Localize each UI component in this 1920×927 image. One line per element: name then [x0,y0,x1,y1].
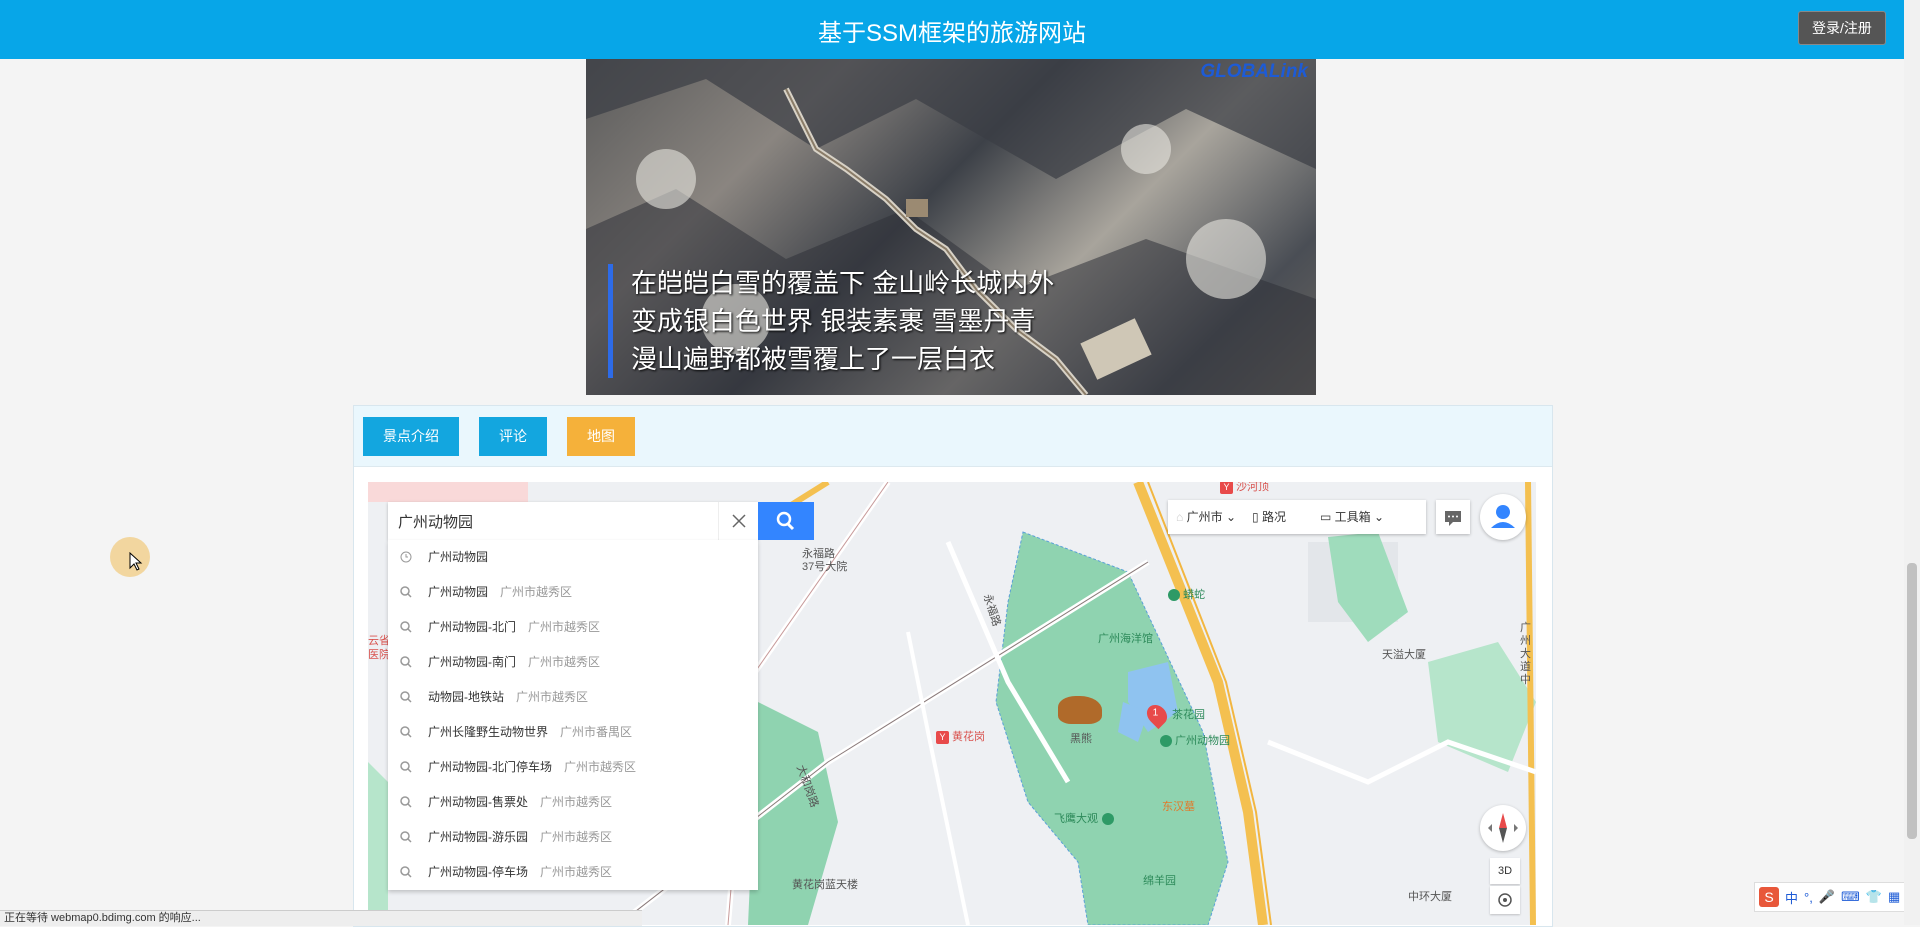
tab-comments[interactable]: 评论 [479,417,547,456]
map-search-box [388,502,758,540]
user-button[interactable] [1480,494,1526,540]
punctuation-icon[interactable]: °, [1804,890,1813,905]
login-register-button[interactable]: 登录/注册 [1798,11,1886,45]
browser-status-bar: 正在等待 webmap0.bdimg.com 的响应... [0,910,642,926]
caption-line: 变成银白色世界 银装素裹 雪墨丹青 [631,306,1036,336]
map-label-guangzhou-road: 广州大道中 [1520,622,1531,686]
search-icon [400,866,412,878]
city-selector[interactable]: ⌂ 广州市 ⌄ [1176,500,1236,534]
history-icon [400,551,412,563]
map-search-input[interactable] [388,502,734,540]
search-icon [400,656,412,668]
video-player[interactable]: GLOBALink 在皑皑白雪的覆盖下 金山岭长城内外 变成银白色世界 银装素裹… [586,59,1316,395]
search-icon [776,511,795,531]
compass-control[interactable] [1480,805,1526,851]
map-label-sheep: 绵羊园 [1143,875,1176,887]
3d-toggle-button[interactable]: 3D [1490,858,1520,884]
bear-illustration [1058,696,1102,724]
microphone-icon[interactable]: 🎤 [1819,889,1835,905]
close-icon [732,514,746,528]
site-title: 基于SSM框架的旅游网站 [817,20,1086,47]
top-navbar: 基于SSM框架的旅游网站 登录/注册 [0,0,1904,59]
suggestion-item[interactable]: 广州动物园-停车场 广州市越秀区 [388,855,758,890]
tab-map[interactable]: 地图 [567,417,635,456]
toolbox-button[interactable]: ▭ 工具箱 ⌄ [1320,500,1384,534]
search-icon [400,796,412,808]
locate-icon [1498,893,1512,907]
map-label-ocean: 广州海洋馆 [1098,633,1153,645]
page-scrollbar[interactable] [1904,0,1920,925]
search-icon [400,761,412,773]
map-label-huangtower: 黄花岗蓝天楼 [792,879,858,891]
suggestion-item[interactable]: 广州动物园-游乐园 广州市越秀区 [388,820,758,855]
globalink-logo: GLOBALink [1200,61,1308,82]
mouse-cursor-icon [129,552,143,571]
user-icon [1491,505,1515,528]
chevron-down-icon: ⌄ [1222,510,1236,524]
map-label-teahouse: 茶花园 [1172,709,1205,721]
map-label-hanwu: 东汉墓 [1162,801,1195,813]
scrollbar-thumb[interactable] [1907,563,1917,839]
suggestion-item[interactable]: 广州动物园-南门 广州市越秀区 [388,645,758,680]
ime-mode[interactable]: 中 [1785,888,1798,907]
map-search-button[interactable] [758,502,814,540]
map-label-yongfu: 永福路 37号大院 [802,548,848,573]
tab-intro[interactable]: 景点介绍 [363,417,459,456]
map-label-zhonghuan: 中环大厦 [1408,891,1452,903]
map-label-huanghuagang: Y 黄花岗 [936,728,985,744]
ime-toolbar[interactable]: S 中 °, 🎤 ⌨ 👕 ▦ [1754,882,1906,912]
video-caption: 在皑皑白雪的覆盖下 金山岭长城内外 变成银白色世界 银装素裹 雪墨丹青 漫山遍野… [608,264,1054,378]
clear-search-button[interactable] [718,502,759,540]
caption-line: 在皑皑白雪的覆盖下 金山岭长城内外 [631,268,1055,298]
map-label-zoo: 广州动物园 [1160,732,1230,748]
map-label-bear: 黑熊 [1070,733,1092,745]
map-label-tianji: 天溢大厦 [1382,649,1426,661]
map-toolbar: ⌂ 广州市 ⌄ ▯ 路况 ▭ 工具箱 ⌄ [1168,500,1426,534]
suggestion-item[interactable]: 广州动物园-北门停车场 广州市越秀区 [388,750,758,785]
suggestion-item[interactable]: 广州动物园-北门 广州市越秀区 [388,610,758,645]
sogou-logo-icon: S [1759,887,1779,907]
caption-line: 漫山遍野都被雪覆上了一层白衣 [631,344,996,374]
search-icon [400,831,412,843]
suggestion-item[interactable]: 广州长隆野生动物世界 广州市番禺区 [388,715,758,750]
message-button[interactable] [1436,500,1470,534]
compass-icon [1488,813,1518,843]
traffic-button[interactable]: ▯ 路况 [1252,500,1286,534]
message-icon [1445,511,1461,526]
suggestion-item[interactable]: 广州动物园-售票处 广州市越秀区 [388,785,758,820]
chevron-down-icon: ⌄ [1370,510,1385,524]
suggestion-item[interactable]: 广州动物园 [388,540,758,575]
baidu-map[interactable]: Y 沙河顶 永福路 37号大院 永福路 广州海洋馆 蟒蛇 茶花园 广州动物园 1 … [368,482,1536,925]
suggestion-item[interactable]: 动物园-地铁站 广州市越秀区 [388,680,758,715]
grid-menu-icon[interactable]: ▦ [1888,889,1900,905]
tab-bar: 景点介绍 评论 地图 [354,406,1552,467]
search-icon [400,691,412,703]
search-icon [400,621,412,633]
search-suggestions: 广州动物园 广州动物园 广州市越秀区 广州动物园-北门 广州市越秀区 广州动物园-南… [388,540,758,890]
search-icon [400,726,412,738]
map-label-shahe: Y 沙河顶 [1220,482,1269,494]
keyboard-icon[interactable]: ⌨ [1841,889,1860,905]
skin-icon[interactable]: 👕 [1866,889,1882,905]
map-label-eagle: 飞鹰大观 [1054,810,1117,826]
toolbox-icon: ▭ [1320,510,1335,524]
map-label-python: 蟒蛇 [1168,586,1205,602]
suggestion-item[interactable]: 广州动物园 广州市越秀区 [388,575,758,610]
search-icon [400,586,412,598]
locate-button[interactable] [1490,886,1520,914]
traffic-light-icon: ▯ [1252,510,1262,524]
